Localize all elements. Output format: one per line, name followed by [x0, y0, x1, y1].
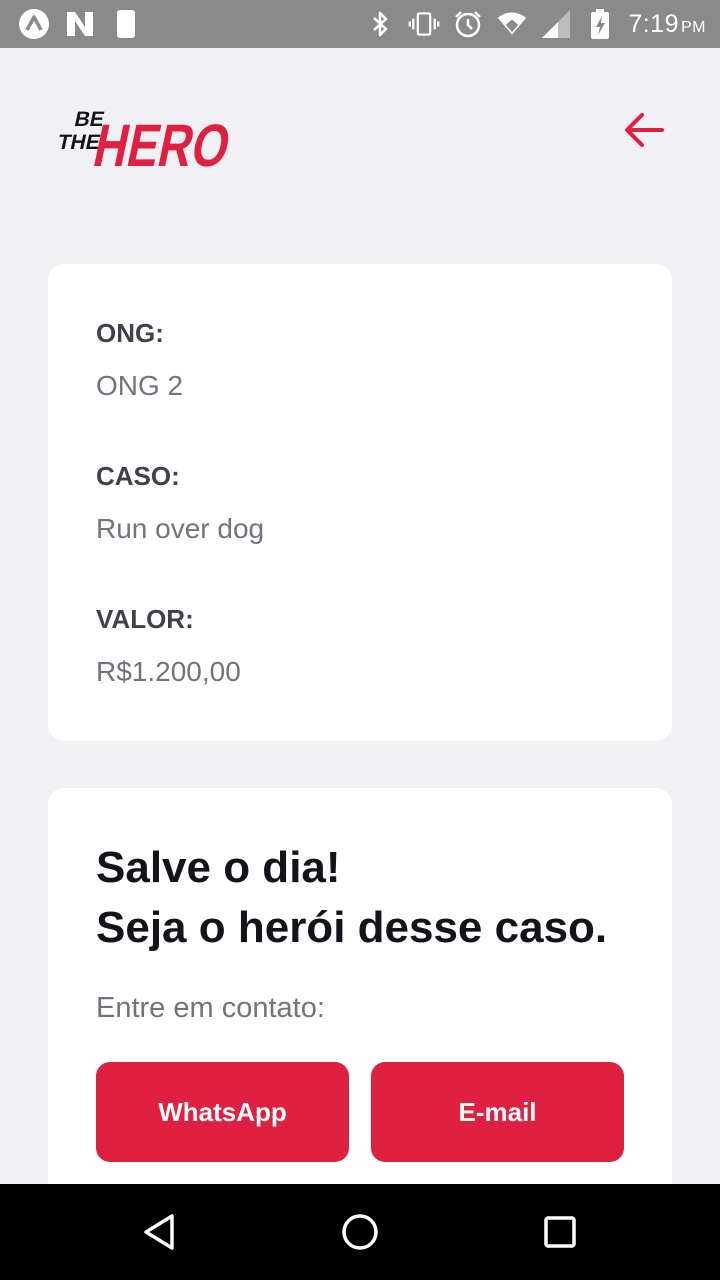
ong-label: ONG:: [96, 318, 164, 348]
app-n-icon: [64, 8, 96, 40]
case-label: CASO:: [96, 461, 180, 491]
navigation-bar: [0, 1184, 720, 1280]
alarm-icon: [452, 8, 484, 40]
recents-square-icon: [544, 1216, 576, 1248]
ong-value: ONG 2: [96, 370, 184, 401]
status-bar: 7:19 PM: [0, 0, 720, 48]
wifi-icon: [496, 8, 528, 40]
contact-title-line2: Seja o herói desse caso.: [96, 903, 608, 952]
home-circle-icon: [342, 1214, 378, 1250]
status-bar-notifications: [18, 8, 142, 40]
nav-recents-button[interactable]: [532, 1204, 588, 1260]
email-button[interactable]: E-mail: [371, 1062, 624, 1162]
clock-ampm: PM: [681, 18, 706, 36]
status-bar-system: 7:19 PM: [364, 8, 706, 40]
contact-title: Salve o dia! Seja o herói desse caso.: [96, 838, 607, 958]
app-moon-icon: [110, 8, 142, 40]
app-a-icon: [18, 8, 50, 40]
clock-time: 7:19: [628, 9, 679, 38]
whatsapp-button[interactable]: WhatsApp: [96, 1062, 349, 1162]
clock: 7:19 PM: [628, 10, 706, 39]
contact-card: Salve o dia! Seja o herói desse caso. En…: [48, 788, 672, 1208]
contact-description: Entre em contato:: [96, 992, 325, 1024]
nav-home-button[interactable]: [332, 1204, 388, 1260]
bluetooth-icon: [364, 8, 396, 40]
back-triangle-icon: [144, 1214, 174, 1250]
signal-icon: [540, 8, 572, 40]
case-value: Run over dog: [96, 513, 265, 544]
battery-charging-icon: [584, 8, 616, 40]
incident-card: ONG: ONG 2 CASO: Run over dog VALOR: R$1…: [48, 264, 672, 741]
value-amount: R$1.200,00: [96, 656, 241, 687]
back-button[interactable]: [618, 104, 670, 156]
contact-title-line1: Salve o dia!: [96, 843, 341, 892]
be-the-hero-logo: BE THE HERO: [46, 86, 242, 179]
arrow-left-icon: [625, 113, 664, 147]
value-label: VALOR:: [96, 604, 194, 634]
nav-back-button[interactable]: [132, 1204, 188, 1260]
vibrate-icon: [408, 8, 440, 40]
logo-text-hero: HERO: [88, 112, 236, 170]
